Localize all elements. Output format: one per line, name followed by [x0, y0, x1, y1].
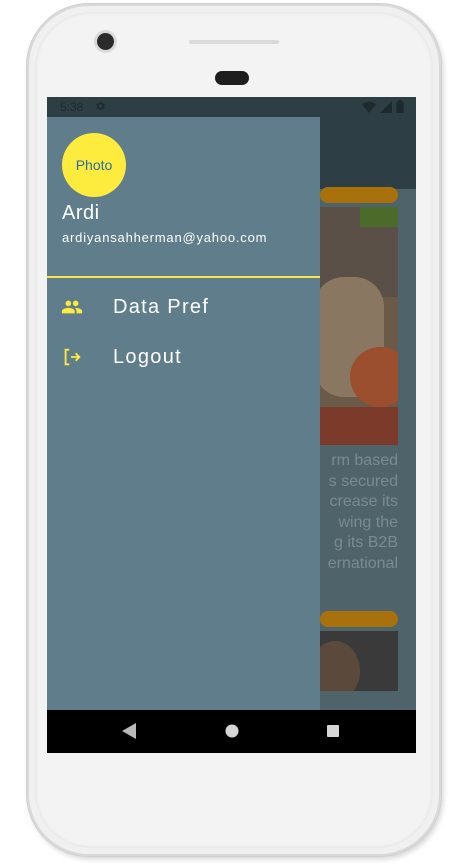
battery-icon [396, 100, 404, 113]
back-icon[interactable] [122, 723, 136, 744]
front-camera [97, 33, 114, 50]
speaker-grille [189, 40, 279, 44]
logout-icon [61, 346, 83, 368]
drawer-item-label: Logout [113, 346, 182, 368]
background-article-image [320, 207, 398, 445]
wifi-icon [362, 101, 376, 113]
status-bar: 5:38 [47, 97, 416, 117]
user-email: ardiyansahherman@yahoo.com [62, 230, 268, 245]
drawer-item-label: Data Pref [113, 296, 210, 318]
avatar-label: Photo [75, 157, 113, 173]
system-navigation-bar [47, 710, 416, 753]
background-category-chip [320, 187, 398, 203]
home-icon[interactable] [225, 723, 239, 744]
drawer-item-logout[interactable]: Logout [47, 334, 320, 384]
recents-icon[interactable] [326, 724, 340, 743]
people-icon [61, 296, 83, 318]
screen: rm based s secured crease its wing the g… [47, 97, 416, 753]
signal-icon [380, 100, 392, 113]
status-time: 5:38 [60, 100, 84, 114]
earpiece [215, 71, 249, 85]
background-article-image [320, 631, 398, 691]
user-name: Ardi [62, 202, 100, 224]
avatar[interactable]: Photo [62, 133, 126, 197]
background-category-chip [320, 611, 398, 627]
navigation-drawer: Photo Ardi ardiyansahherman@yahoo.com Da… [47, 117, 320, 710]
drawer-header: Photo Ardi ardiyansahherman@yahoo.com [47, 117, 320, 278]
settings-gear-icon [94, 100, 106, 115]
drawer-item-data-pref[interactable]: Data Pref [47, 284, 320, 334]
